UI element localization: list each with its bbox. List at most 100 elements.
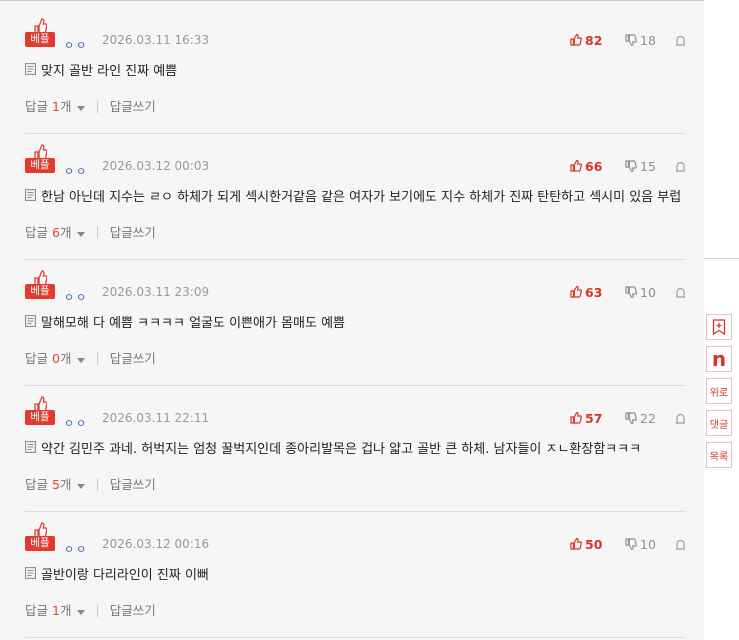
comment-date: 2026.03.11 22:11 — [102, 411, 210, 425]
author-name[interactable]: ㅇㅇ — [64, 163, 88, 179]
author-name[interactable]: ㅇㅇ — [64, 289, 88, 305]
reply-toggle[interactable]: 답글 6개 — [25, 222, 86, 241]
comment-item: 베플 ㅇㅇ 2026.03.11 23:09 63 10 말해모해 다 예쁨 ㅋ… — [25, 260, 686, 386]
divider: | — [95, 602, 100, 617]
downvote-button[interactable]: 22 — [625, 410, 656, 426]
reply-label: 답글 — [25, 351, 49, 366]
chevron-down-icon — [77, 358, 86, 363]
report-icon[interactable] — [675, 35, 686, 46]
write-reply-button[interactable]: 답글쓰기 — [110, 474, 156, 493]
downvote-count: 22 — [640, 410, 656, 426]
comment-date: 2026.03.12 00:16 — [102, 537, 210, 551]
reply-bar: 답글 0개 | 답글쓰기 — [25, 348, 156, 367]
thumbs-down-icon — [625, 538, 637, 550]
divider: | — [95, 350, 100, 365]
best-label: 베플 — [25, 284, 55, 299]
comment-panel: 베플 ㅇㅇ 2026.03.11 16:33 82 18 맞지 골반 라인 진짜… — [0, 0, 704, 640]
reply-count: 1 — [52, 603, 60, 618]
upvote-count: 63 — [585, 284, 603, 300]
author-name[interactable]: ㅇㅇ — [64, 415, 88, 431]
reply-bar: 답글 1개 | 답글쓰기 — [25, 600, 156, 619]
upvote-button[interactable]: 66 — [570, 158, 602, 174]
reply-label: 답글 — [25, 225, 49, 240]
reply-bar: 답글 5개 | 답글쓰기 — [25, 474, 156, 493]
downvote-count: 15 — [640, 158, 656, 174]
upvote-count: 57 — [585, 410, 603, 426]
thumbs-down-icon — [625, 160, 637, 172]
author-name[interactable]: ㅇㅇ — [64, 37, 88, 53]
upvote-count: 66 — [585, 158, 603, 174]
reply-bar: 답글 6개 | 답글쓰기 — [25, 222, 156, 241]
report-icon[interactable] — [675, 539, 686, 550]
upvote-button[interactable]: 82 — [570, 32, 602, 48]
thumbs-up-icon — [570, 286, 582, 298]
floating-sidebar: n 위로 댓글 목록 — [704, 314, 734, 474]
downvote-button[interactable]: 18 — [625, 32, 656, 48]
comment-text: 한남 아닌데 지수는 ㄹㅇ 하체가 되게 섹시한거같음 같은 여자가 보기에도 … — [41, 189, 682, 205]
author-name[interactable]: ㅇㅇ — [64, 541, 88, 557]
comment-item: 베플 ㅇㅇ 2026.03.12 00:16 50 10 골반이랑 다리라인이 … — [25, 512, 686, 638]
write-reply-button[interactable]: 답글쓰기 — [110, 348, 156, 367]
reply-label: 답글 — [25, 603, 49, 618]
best-badge: 베플 — [25, 143, 55, 175]
nate-logo-button[interactable]: n — [706, 346, 732, 372]
thumbs-up-icon — [570, 412, 582, 424]
chevron-down-icon — [77, 610, 86, 615]
chevron-down-icon — [77, 232, 86, 237]
upvote-button[interactable]: 50 — [570, 536, 602, 552]
downvote-button[interactable]: 15 — [625, 158, 656, 174]
write-reply-button[interactable]: 답글쓰기 — [110, 96, 156, 115]
reply-count: 0 — [52, 351, 60, 366]
comment-body: 약간 김민주 과네. 허벅지는 엄청 꿀벅지인데 종아리발목은 겁나 얇고 골반… — [25, 438, 641, 457]
comment-item: 베플 ㅇㅇ 2026.03.12 00:03 66 15 한남 아닌데 지수는 … — [25, 134, 686, 260]
reply-toggle[interactable]: 답글 1개 — [25, 96, 86, 115]
comment-date: 2026.03.11 23:09 — [102, 285, 210, 299]
reply-unit: 개 — [59, 603, 72, 618]
divider: | — [95, 224, 100, 239]
reply-bar: 답글 1개 | 답글쓰기 — [25, 96, 156, 115]
comment-date: 2026.03.12 00:03 — [102, 159, 210, 173]
downvote-button[interactable]: 10 — [625, 284, 656, 300]
comment-item: 베플 ㅇㅇ 2026.03.11 22:11 57 22 약간 김민주 과네. … — [25, 386, 686, 512]
divider: | — [95, 476, 100, 491]
memo-icon — [25, 315, 36, 327]
thumbs-down-icon — [625, 286, 637, 298]
bookmark-button[interactable] — [706, 314, 732, 340]
report-icon[interactable] — [675, 161, 686, 172]
comment-text: 말해모해 다 예쁨 ㅋㅋㅋㅋ 얼굴도 이쁜애가 몸매도 예쁨 — [41, 315, 346, 331]
comment-text: 골반이랑 다리라인이 진짜 이뻐 — [41, 567, 209, 583]
comment-date: 2026.03.11 16:33 — [102, 33, 210, 47]
best-label: 베플 — [25, 158, 55, 173]
write-reply-button[interactable]: 답글쓰기 — [110, 600, 156, 619]
reply-toggle[interactable]: 답글 1개 — [25, 600, 86, 619]
memo-icon — [25, 567, 36, 579]
reply-unit: 개 — [59, 351, 72, 366]
comments-button[interactable]: 댓글 — [706, 410, 732, 436]
reply-toggle[interactable]: 답글 0개 — [25, 348, 86, 367]
thumbs-down-icon — [625, 412, 637, 424]
reply-unit: 개 — [59, 225, 72, 240]
divider: | — [95, 98, 100, 113]
report-icon[interactable] — [675, 413, 686, 424]
upvote-button[interactable]: 63 — [570, 284, 602, 300]
upvote-count: 50 — [585, 536, 603, 552]
reply-count: 6 — [52, 225, 60, 240]
best-badge: 베플 — [25, 17, 55, 49]
bookmark-plus-icon — [712, 319, 726, 335]
report-icon[interactable] — [675, 287, 686, 298]
scroll-top-button[interactable]: 위로 — [706, 378, 732, 404]
downvote-button[interactable]: 10 — [625, 536, 656, 552]
comment-text: 맞지 골반 라인 진짜 예쁨 — [41, 63, 178, 79]
write-reply-button[interactable]: 답글쓰기 — [110, 222, 156, 241]
downvote-count: 10 — [640, 536, 656, 552]
upvote-button[interactable]: 57 — [570, 410, 602, 426]
memo-icon — [25, 441, 36, 453]
best-label: 베플 — [25, 32, 55, 47]
comment-body: 맞지 골반 라인 진짜 예쁨 — [25, 60, 178, 79]
reply-toggle[interactable]: 답글 5개 — [25, 474, 86, 493]
comment-body: 말해모해 다 예쁨 ㅋㅋㅋㅋ 얼굴도 이쁜애가 몸매도 예쁨 — [25, 312, 346, 331]
reply-label: 답글 — [25, 477, 49, 492]
reply-count: 1 — [52, 99, 60, 114]
list-button[interactable]: 목록 — [706, 442, 732, 468]
chevron-down-icon — [77, 106, 86, 111]
